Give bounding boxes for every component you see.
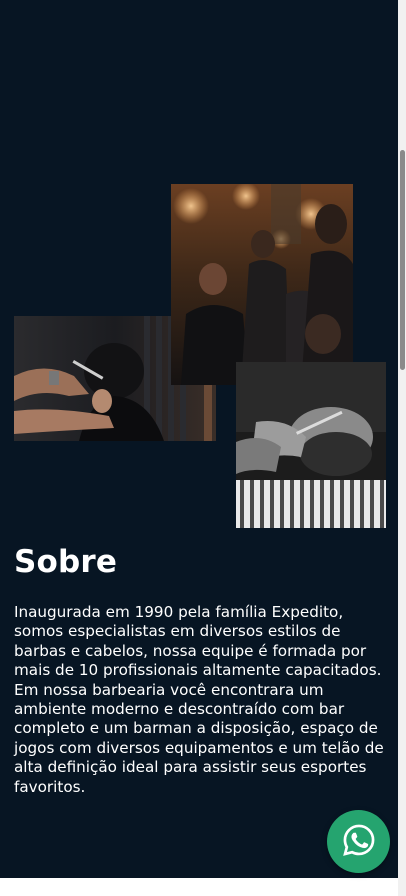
about-title: Sobre [14,544,118,580]
whatsapp-button[interactable] [327,810,390,873]
beard-trim-photo [236,362,386,528]
scrollbar[interactable] [398,0,406,896]
whatsapp-icon [341,822,377,862]
barbershop-interior-photo [171,184,353,385]
scrollbar-thumb[interactable] [400,150,405,370]
about-section: Sobre Inaugurada em 1990 pela família Ex… [0,0,398,878]
about-description: Inaugurada em 1990 pela família Expedito… [14,603,384,796]
page-bottom-edge [0,878,398,896]
